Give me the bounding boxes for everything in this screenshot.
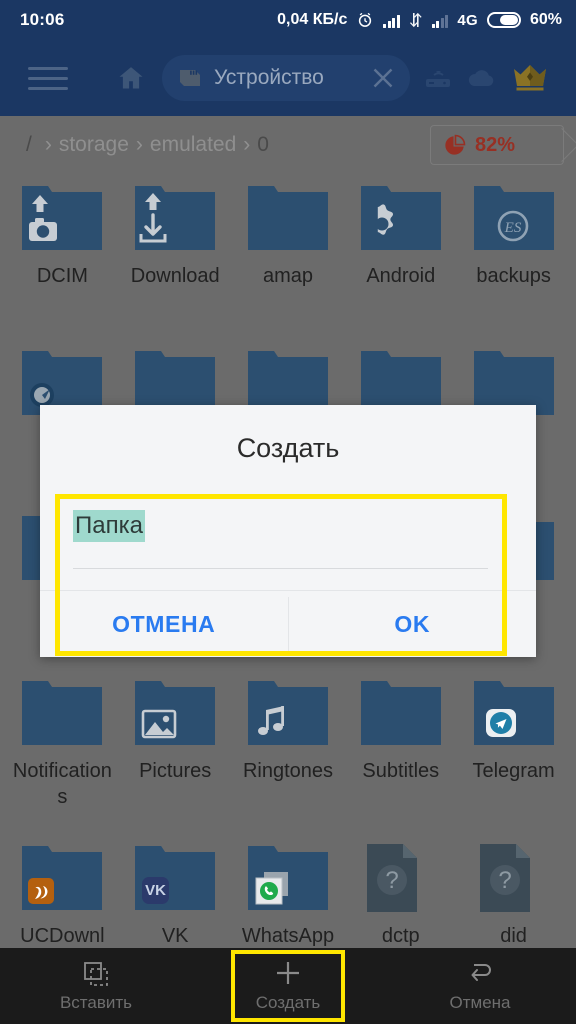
bottom-action-cancel[interactable]: Отмена xyxy=(384,948,576,1024)
bottom-action-paste[interactable]: Вставить xyxy=(0,948,192,1024)
plus-icon xyxy=(273,959,303,987)
undo-arrow-icon xyxy=(465,959,495,987)
bottom-action-label: Создать xyxy=(255,993,321,1012)
dialog-highlight-box xyxy=(55,494,507,656)
bottom-action-create[interactable]: Создать xyxy=(192,948,384,1024)
dialog-title: Создать xyxy=(236,433,340,463)
bottom-action-label: Отмена xyxy=(449,993,511,1012)
bottom-action-label: Вставить xyxy=(59,993,133,1012)
phone-screen: 10:06 0,04 КБ/с 4G 60% Устройство / › st… xyxy=(0,0,576,1024)
paste-icon xyxy=(81,959,111,987)
bottom-action-bar: Вставить Создать Отмена xyxy=(0,948,576,1024)
create-dialog: Создать Папка ОТМЕНА OK xyxy=(40,405,536,657)
